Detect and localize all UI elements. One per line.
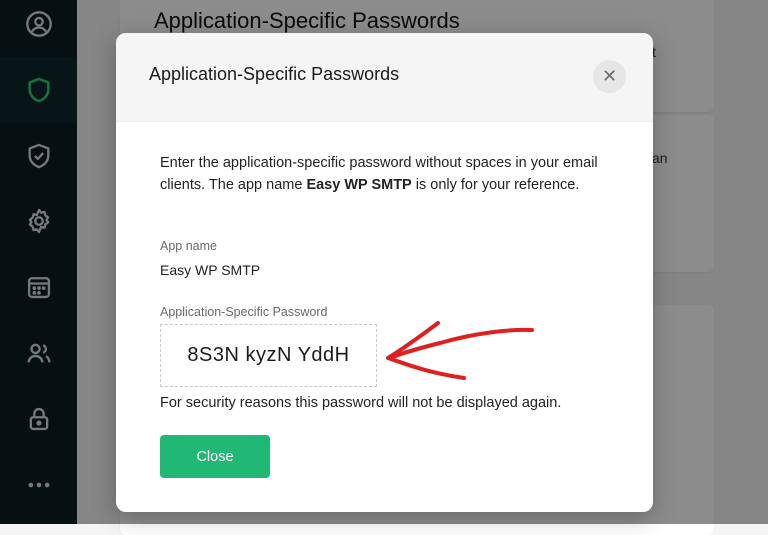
close-icon: ✕ bbox=[601, 66, 618, 86]
dialog-description: Enter the application-specific password … bbox=[160, 152, 620, 196]
app-name-label: App name bbox=[160, 239, 217, 253]
red-arrow-annotation bbox=[386, 321, 534, 380]
password-value[interactable]: 8S3N kyzN YddH bbox=[187, 344, 349, 367]
description-text: is only for your reference. bbox=[411, 177, 580, 193]
dialog-header: Application-Specific Passwords ✕ bbox=[116, 33, 653, 122]
dialog-title: Application-Specific Passwords bbox=[149, 64, 400, 84]
dialog-body: Enter the application-specific password … bbox=[160, 152, 620, 478]
password-display[interactable]: 8S3N kyzN YddH bbox=[160, 324, 377, 387]
close-button[interactable]: Close bbox=[160, 435, 270, 478]
password-label: Application-Specific Password bbox=[160, 305, 328, 319]
dialog-close-button[interactable]: ✕ bbox=[593, 60, 626, 93]
security-note: For security reasons this password will … bbox=[160, 395, 562, 411]
description-app-name: Easy WP SMTP bbox=[306, 177, 412, 193]
app-name-value: Easy WP SMTP bbox=[160, 262, 261, 278]
